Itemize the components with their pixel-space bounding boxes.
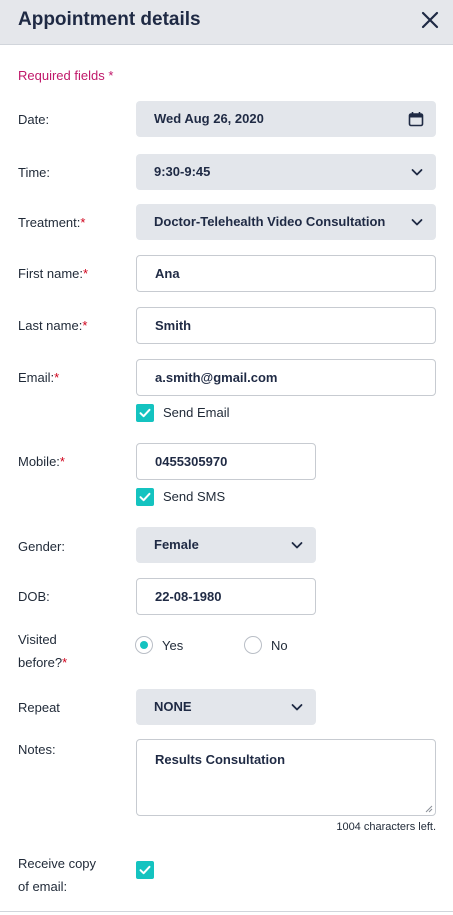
send-sms-label: Send SMS bbox=[163, 489, 226, 504]
check-icon bbox=[139, 865, 151, 875]
last-name-label: Last name:* bbox=[18, 318, 88, 333]
notes-textarea[interactable]: Results Consultation bbox=[136, 739, 436, 816]
gender-select[interactable]: Female bbox=[136, 527, 316, 563]
gender-value: Female bbox=[154, 537, 199, 552]
visited-yes-radio[interactable] bbox=[135, 636, 153, 654]
visited-label-line1: Visited bbox=[18, 632, 57, 647]
treatment-select[interactable]: Doctor-Telehealth Video Consultation bbox=[136, 204, 436, 240]
time-label: Time: bbox=[18, 165, 51, 180]
dialog-header: Appointment details bbox=[0, 0, 453, 45]
close-icon[interactable] bbox=[419, 9, 441, 31]
dob-label: DOB: bbox=[18, 589, 50, 604]
visited-no-label: No bbox=[271, 638, 288, 653]
chevron-down-icon bbox=[411, 219, 423, 226]
chevron-down-icon bbox=[291, 542, 303, 549]
calendar-icon bbox=[408, 112, 424, 127]
required-note-star: * bbox=[108, 68, 114, 83]
visited-no-radio[interactable] bbox=[244, 636, 262, 654]
check-icon bbox=[139, 408, 151, 418]
mobile-input[interactable]: 0455305970 bbox=[136, 443, 316, 480]
last-name-input[interactable]: Smith bbox=[136, 307, 436, 344]
required-fields-note: Required fields * bbox=[18, 68, 113, 83]
notes-value: Results Consultation bbox=[155, 752, 286, 767]
repeat-value: NONE bbox=[154, 699, 192, 714]
notes-label: Notes: bbox=[18, 742, 56, 757]
chevron-down-icon bbox=[411, 169, 423, 176]
treatment-label: Treatment:* bbox=[18, 215, 86, 230]
receive-copy-checkbox[interactable] bbox=[136, 861, 154, 879]
resize-grip-icon[interactable] bbox=[425, 805, 433, 813]
first-name-input[interactable]: Ana bbox=[136, 255, 436, 292]
dob-input[interactable]: 22-08-1980 bbox=[136, 578, 316, 615]
time-value: 9:30-9:45 bbox=[154, 164, 211, 179]
required-note-text: Required fields bbox=[18, 68, 109, 83]
check-icon bbox=[139, 492, 151, 502]
send-email-label: Send Email bbox=[163, 405, 230, 420]
date-value: Wed Aug 26, 2020 bbox=[154, 111, 264, 126]
treatment-value: Doctor-Telehealth Video Consultation bbox=[154, 214, 386, 229]
receive-copy-label-line2: of email: bbox=[18, 879, 68, 894]
repeat-label: Repeat bbox=[18, 700, 60, 715]
send-email-checkbox[interactable] bbox=[136, 404, 154, 422]
date-picker[interactable]: Wed Aug 26, 2020 bbox=[136, 101, 436, 137]
visited-yes-label: Yes bbox=[162, 638, 184, 653]
date-label: Date: bbox=[18, 112, 50, 127]
repeat-select[interactable]: NONE bbox=[136, 689, 316, 725]
email-label: Email:* bbox=[18, 370, 60, 385]
time-select[interactable]: 9:30-9:45 bbox=[136, 154, 436, 190]
characters-left-counter: 1004 characters left. bbox=[336, 821, 436, 833]
dialog-title: Appointment details bbox=[18, 9, 201, 30]
email-input[interactable]: a.smith@gmail.com bbox=[136, 359, 436, 396]
first-name-label: First name:* bbox=[18, 266, 89, 281]
bottom-divider bbox=[0, 911, 453, 912]
chevron-down-icon bbox=[291, 704, 303, 711]
visited-label-line2: before?* bbox=[18, 655, 68, 670]
gender-label: Gender: bbox=[18, 539, 65, 554]
receive-copy-label-line1: Receive copy bbox=[18, 856, 97, 871]
mobile-label: Mobile:* bbox=[18, 454, 65, 469]
send-sms-checkbox[interactable] bbox=[136, 488, 154, 506]
